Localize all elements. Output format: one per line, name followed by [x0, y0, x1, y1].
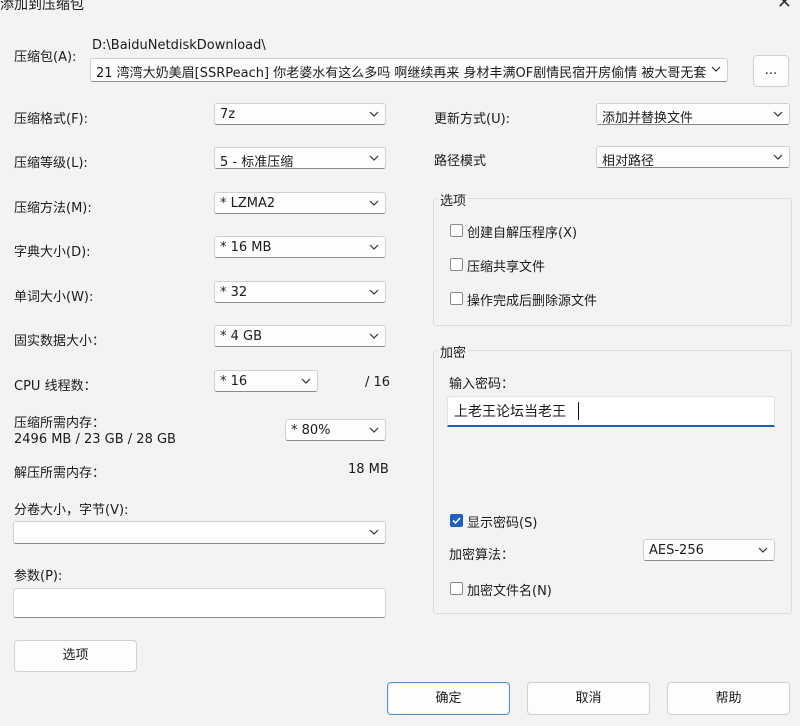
dict-label: 字典大小(D):: [14, 245, 91, 260]
delete-source-label: 操作完成后删除源文件: [467, 294, 598, 309]
enc-method-label: 加密算法：: [449, 548, 515, 563]
update-value: 添加并替换文件: [602, 111, 694, 126]
method-combo[interactable]: * LZMA2: [214, 192, 386, 214]
method-value: * LZMA2: [220, 196, 276, 211]
chevron-down-icon: [368, 197, 380, 209]
options-button[interactable]: 选项: [14, 640, 137, 672]
mem-compress-label: 压缩所需内存：: [14, 416, 106, 431]
shared-label: 压缩共享文件: [467, 260, 546, 275]
archive-name-combo[interactable]: 21 湾湾大奶美眉[SSRPeach] 你老婆水有这么多吗 啊继续再来 身材丰满…: [90, 58, 728, 82]
archive-name-value: 21 湾湾大奶美眉[SSRPeach] 你老婆水有这么多吗 啊继续再来 身材丰满…: [96, 66, 707, 81]
params-label: 参数(P):: [14, 569, 63, 584]
delete-source-checkbox[interactable]: [450, 292, 463, 305]
chevron-down-icon: [368, 241, 380, 253]
cancel-button[interactable]: 取消: [527, 682, 650, 715]
threads-combo[interactable]: * 16: [214, 370, 318, 392]
level-label: 压缩等级(L):: [14, 156, 88, 171]
word-value: * 32: [220, 285, 248, 300]
pathmode-label: 路径模式: [434, 154, 487, 169]
word-label: 单词大小(W):: [14, 290, 94, 305]
password-value: 上老王论坛当老王: [454, 404, 566, 420]
enc-method-combo[interactable]: AES-256: [643, 539, 775, 561]
volume-label: 分卷大小，字节(V):: [14, 503, 129, 518]
chevron-down-icon: [368, 152, 380, 164]
chevron-down-icon: [368, 330, 380, 342]
mem-compress-detail: 2496 MB / 23 GB / 28 GB: [14, 432, 176, 447]
chevron-down-icon: [772, 151, 784, 163]
show-password-checkbox[interactable]: [450, 514, 463, 527]
chevron-down-icon: [772, 108, 784, 120]
update-label: 更新方式(U):: [434, 112, 511, 127]
mem-decompress-value: 18 MB: [348, 462, 389, 477]
threads-max: / 16: [365, 375, 391, 390]
method-label: 压缩方法(M):: [14, 201, 92, 216]
encrypt-names-checkbox[interactable]: [450, 582, 463, 595]
params-input[interactable]: [13, 588, 386, 618]
browse-button[interactable]: ...: [753, 55, 789, 87]
archive-path: D:\BaiduNetdiskDownload\: [92, 38, 266, 53]
help-button[interactable]: 帮助: [667, 682, 790, 715]
pathmode-combo[interactable]: 相对路径: [596, 146, 790, 169]
update-combo[interactable]: 添加并替换文件: [596, 103, 790, 126]
dict-combo[interactable]: * 16 MB: [214, 236, 386, 258]
sfx-checkbox[interactable]: [450, 224, 463, 237]
shared-checkbox[interactable]: [450, 258, 463, 271]
ok-button[interactable]: 确定: [387, 682, 510, 715]
password-label: 输入密码：: [449, 377, 515, 392]
solid-label: 固实数据大小：: [14, 334, 106, 349]
show-password-label: 显示密码(S): [467, 516, 538, 531]
pathmode-value: 相对路径: [602, 154, 655, 169]
chevron-down-icon: [300, 375, 312, 387]
threads-value: * 16: [220, 374, 248, 389]
close-icon[interactable]: ✕: [777, 0, 792, 13]
options-group-title: 选项: [438, 190, 469, 209]
mem-percent-combo[interactable]: * 80%: [285, 419, 386, 441]
password-input[interactable]: 上老王论坛当老王: [447, 396, 775, 427]
chevron-down-icon: [710, 63, 722, 75]
solid-combo[interactable]: * 4 GB: [214, 325, 386, 347]
archive-label: 压缩包(A):: [14, 50, 77, 65]
solid-value: * 4 GB: [220, 329, 263, 344]
volume-combo[interactable]: [13, 521, 386, 544]
chevron-down-icon: [368, 286, 380, 298]
format-value: 7z: [220, 107, 236, 122]
mem-decompress-label: 解压所需内存：: [14, 466, 106, 481]
chevron-down-icon: [368, 526, 380, 538]
format-label: 压缩格式(F):: [14, 112, 89, 127]
threads-label: CPU 线程数：: [14, 379, 97, 394]
chevron-down-icon: [368, 108, 380, 120]
dict-value: * 16 MB: [220, 240, 272, 255]
level-combo[interactable]: 5 - 标准压缩: [214, 147, 386, 170]
chevron-down-icon: [757, 544, 769, 556]
encryption-group-title: 加密: [438, 342, 469, 361]
format-combo[interactable]: 7z: [214, 103, 386, 125]
window-title: 添加到压缩包: [0, 0, 84, 13]
mem-percent-value: * 80%: [291, 423, 331, 438]
encrypt-names-label: 加密文件名(N): [467, 584, 552, 599]
level-value: 5 - 标准压缩: [220, 155, 294, 170]
text-cursor: [578, 402, 579, 420]
enc-method-value: AES-256: [649, 543, 704, 558]
chevron-down-icon: [368, 424, 380, 436]
sfx-label: 创建自解压程序(X): [467, 226, 578, 241]
checkmark-icon: [452, 517, 461, 525]
word-combo[interactable]: * 32: [214, 281, 386, 303]
